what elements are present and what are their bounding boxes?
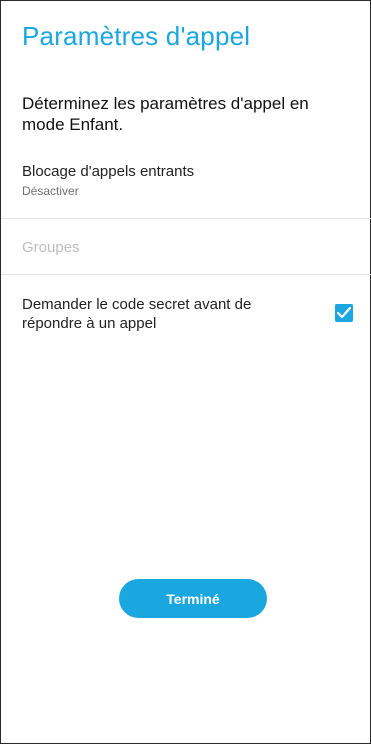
pin-setting-checkbox[interactable] xyxy=(335,304,353,322)
check-icon xyxy=(337,307,351,319)
divider xyxy=(1,218,371,219)
intro-text: Déterminez les paramètres d'appel en mod… xyxy=(22,94,309,134)
pin-setting-label: Demander le code secret avant de répondr… xyxy=(22,296,252,332)
done-button[interactable]: Terminé xyxy=(119,579,267,618)
incoming-call-block-value: Désactiver xyxy=(22,184,79,198)
screen-frame: Paramètres d'appel Déterminez les paramè… xyxy=(0,0,371,744)
groups-setting: Groupes xyxy=(22,239,80,256)
incoming-call-block-setting[interactable]: Blocage d'appels entrants Désactiver xyxy=(22,163,352,198)
page-title: Paramètres d'appel xyxy=(22,21,251,51)
divider xyxy=(1,274,371,275)
incoming-call-block-label: Blocage d'appels entrants xyxy=(22,163,195,180)
